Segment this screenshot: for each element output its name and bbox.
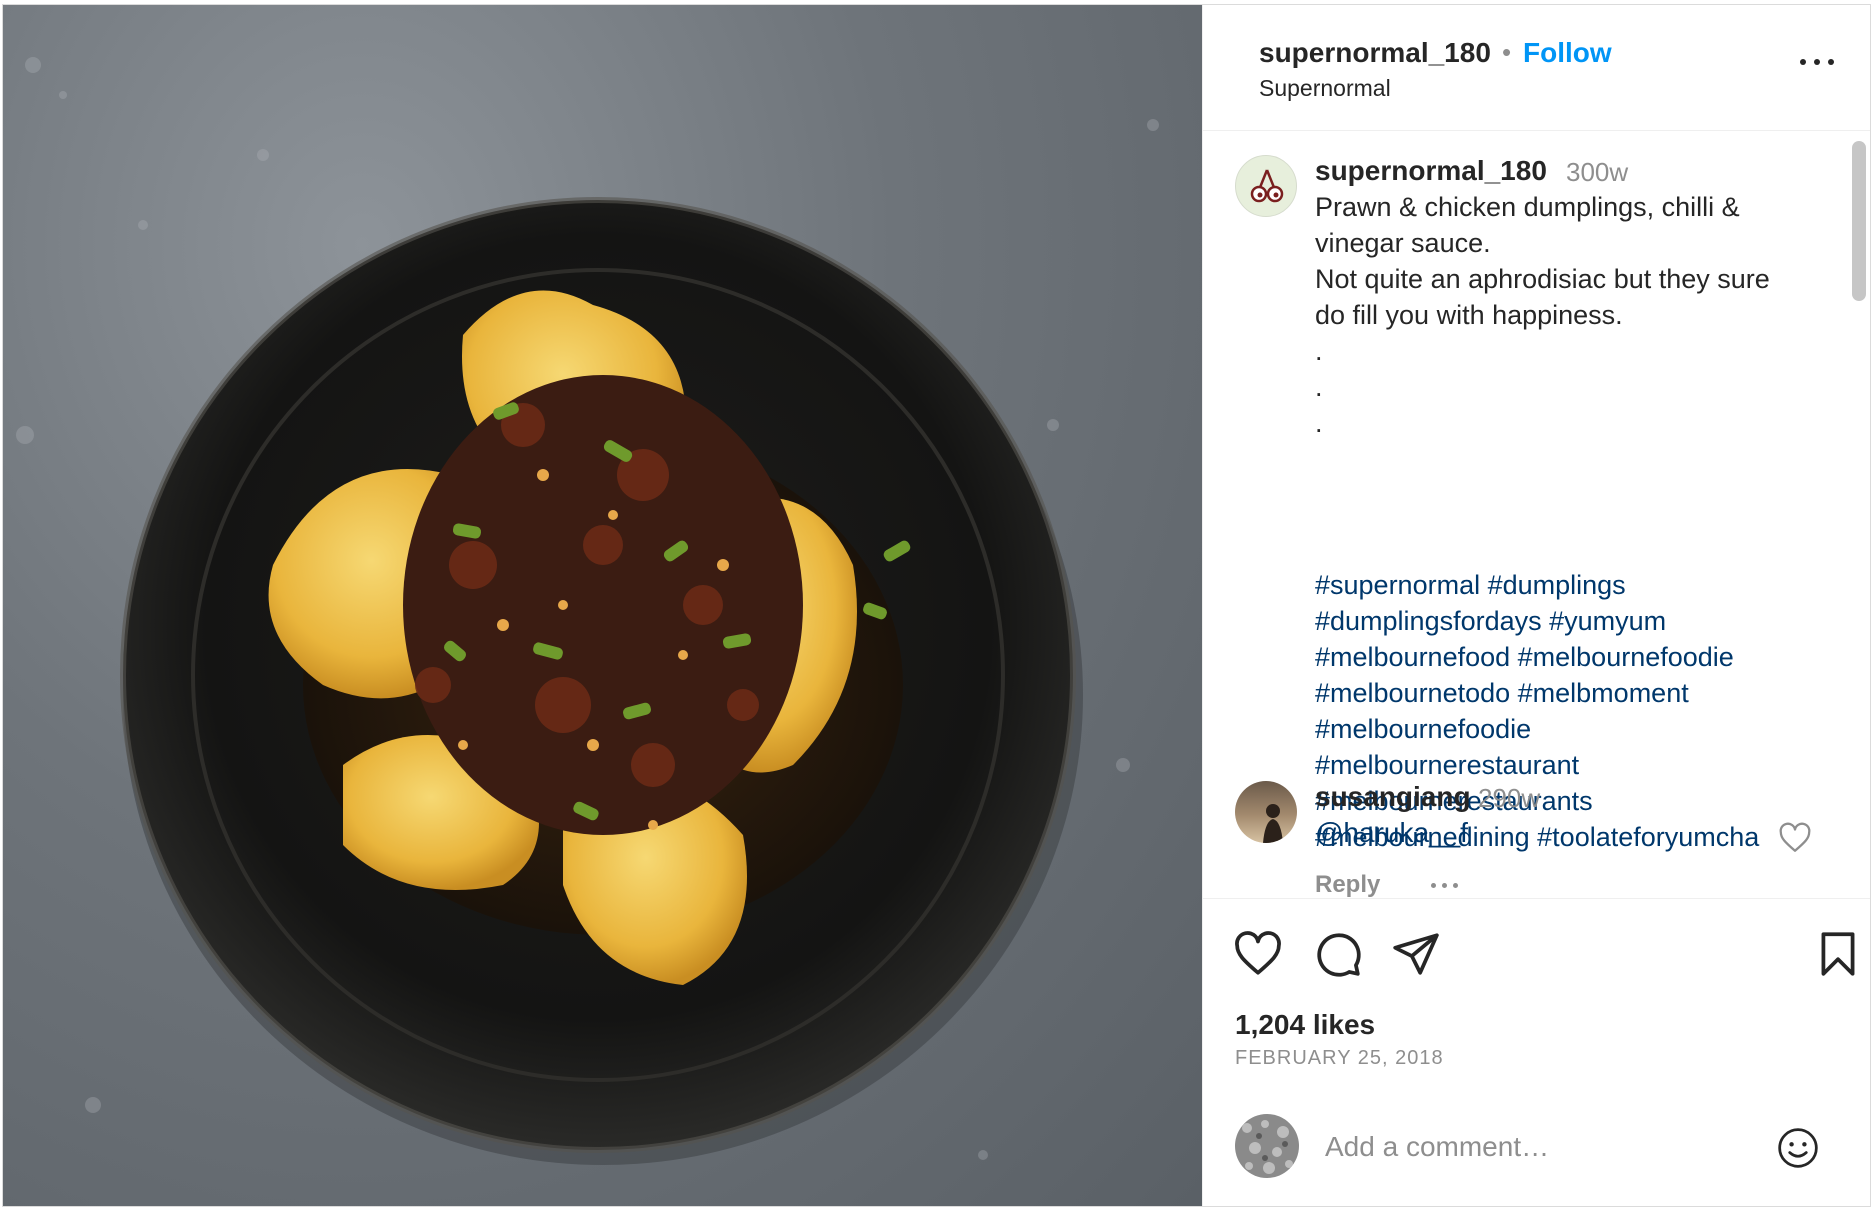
comments-section[interactable]: supernormal_180 300w Prawn & chicken dum… <box>1203 131 1870 899</box>
comment-more-icon[interactable] <box>1431 883 1467 891</box>
hashtag-line[interactable]: #melbournefoodie <box>1315 711 1759 747</box>
caption-line: . <box>1315 336 1323 366</box>
caption-line: do fill you with happiness. <box>1315 300 1623 330</box>
caption-avatar[interactable] <box>1235 155 1297 217</box>
reply-button[interactable]: Reply <box>1315 871 1380 898</box>
hashtag-line[interactable]: #dumplingsfordays #yumyum <box>1315 603 1759 639</box>
like-count[interactable]: 1,204 likes <box>1235 1009 1375 1041</box>
post-side-panel: supernormal_180 • Follow Supernormal sup… <box>1202 5 1870 1206</box>
comment-timestamp[interactable]: 290w <box>1478 783 1540 814</box>
caption-line: . <box>1315 408 1323 438</box>
hashtag-line[interactable]: #melbournerestaurant <box>1315 747 1759 783</box>
caption-username[interactable]: supernormal_180 <box>1315 155 1547 187</box>
header-subtitle[interactable]: Supernormal <box>1259 75 1391 102</box>
comment-username[interactable]: susangiang <box>1315 781 1471 813</box>
dumpling-bowl-image <box>16 57 1159 1165</box>
person-photo-icon <box>1263 804 1283 843</box>
action-bar: 1,204 likes FEBRUARY 25, 2018 <box>1203 899 1870 1069</box>
bookmark-icon[interactable] <box>1813 929 1863 979</box>
comment-composer <box>1203 1086 1870 1206</box>
comment-input[interactable] <box>1323 1124 1757 1170</box>
heart-icon[interactable] <box>1233 929 1283 979</box>
cherry-logo-icon <box>1250 169 1284 203</box>
user-photo-icon <box>1235 1114 1299 1178</box>
caption-line: . <box>1315 372 1323 402</box>
header-separator: • <box>1502 37 1512 67</box>
caption-line: vinegar sauce. <box>1315 228 1491 258</box>
comment-icon[interactable] <box>1313 929 1363 979</box>
commenter-avatar[interactable] <box>1235 781 1297 843</box>
caption-line: Prawn & chicken dumplings, chilli & <box>1315 192 1740 222</box>
hashtag-line[interactable]: #melbournefood #melbournefoodie <box>1315 639 1759 675</box>
comment-heart-icon[interactable] <box>1778 821 1812 855</box>
more-icon[interactable] <box>1800 51 1836 71</box>
caption-text: Prawn & chicken dumplings, chilli & vine… <box>1315 189 1770 441</box>
emoji-icon[interactable] <box>1776 1126 1820 1170</box>
header-username[interactable]: supernormal_180 <box>1259 37 1491 69</box>
comment-mention[interactable]: @haruka__f <box>1315 817 1468 849</box>
post-date: FEBRUARY 25, 2018 <box>1235 1047 1444 1069</box>
caption-line: Not quite an aphrodisiac but they sure <box>1315 264 1770 294</box>
caption-timestamp[interactable]: 300w <box>1566 157 1628 188</box>
comments-scrollbar[interactable] <box>1852 141 1866 301</box>
post-dialog: supernormal_180 • Follow Supernormal sup… <box>2 4 1871 1207</box>
share-icon[interactable] <box>1391 929 1441 979</box>
current-user-avatar <box>1235 1114 1299 1178</box>
post-photo <box>3 5 1202 1206</box>
hashtag-line[interactable]: #melbournetodo #melbmoment <box>1315 675 1759 711</box>
hashtag-line[interactable]: #supernormal #dumplings <box>1315 567 1759 603</box>
follow-button[interactable]: Follow <box>1523 37 1612 69</box>
post-header: supernormal_180 • Follow Supernormal <box>1203 5 1870 131</box>
